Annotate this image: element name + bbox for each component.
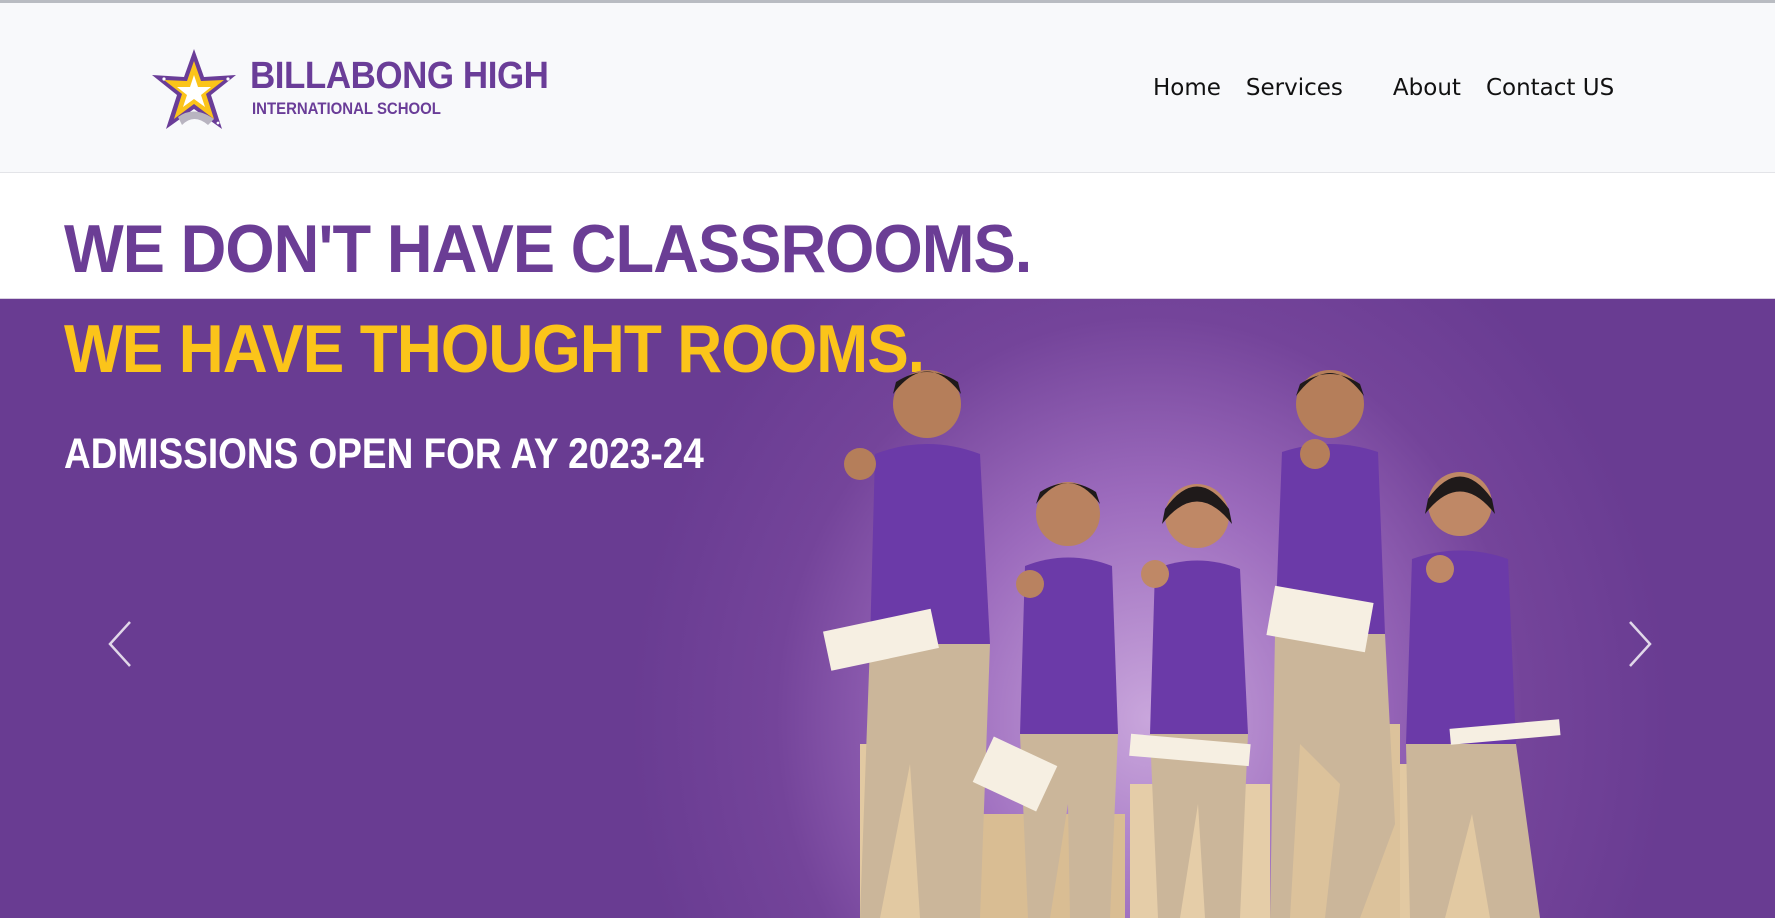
main-nav: Home Services About Contact US	[1153, 75, 1639, 101]
school-logo[interactable]: BILLABONG HIGH INTERNATIONAL SCHOOL	[148, 47, 549, 133]
students-photo	[823, 370, 1561, 918]
chevron-left-icon[interactable]	[100, 614, 140, 674]
hero-headline-secondary: WE HAVE THOUGHT ROOMS.	[64, 311, 925, 387]
hero-headline-primary: WE DON'T HAVE CLASSROOMS.	[64, 211, 1032, 287]
nav-services[interactable]: Services	[1246, 75, 1343, 101]
nav-contact-us[interactable]: Contact US	[1486, 75, 1614, 101]
nav-home[interactable]: Home	[1153, 75, 1221, 101]
logo-subtitle: INTERNATIONAL SCHOOL	[252, 99, 441, 118]
logo-title: BILLABONG HIGH	[250, 55, 549, 97]
star-logo-icon	[152, 49, 236, 129]
navbar: BILLABONG HIGH INTERNATIONAL SCHOOL Home…	[0, 3, 1775, 173]
admissions-text: ADMISSIONS OPEN FOR AY 2023-24	[64, 430, 704, 478]
chevron-right-icon[interactable]	[1620, 614, 1660, 674]
nav-about[interactable]: About	[1393, 75, 1461, 101]
hero-carousel: WE DON'T HAVE CLASSROOMS. WE HAVE THOUGH…	[0, 174, 1775, 918]
